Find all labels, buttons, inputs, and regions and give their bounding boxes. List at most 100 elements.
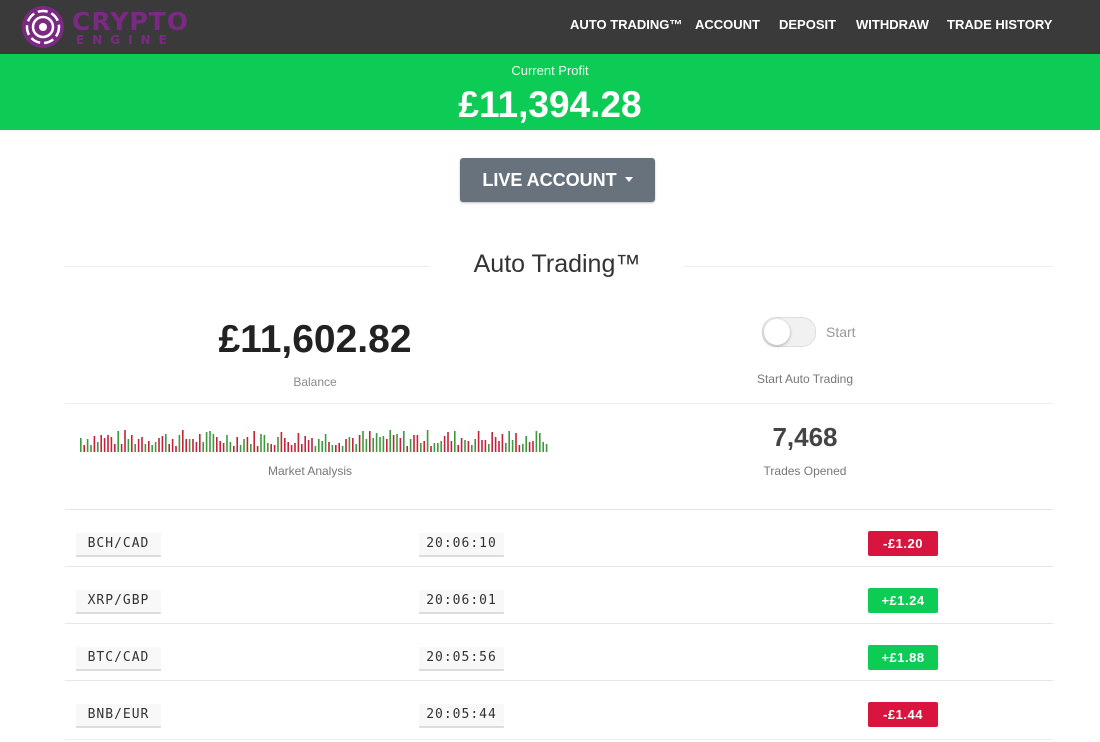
start-auto-trading-label: Start Auto Trading	[756, 372, 854, 386]
market-bar	[137, 439, 140, 452]
market-bar	[253, 431, 255, 452]
market-bar	[328, 442, 330, 452]
market-bar	[250, 444, 252, 452]
market-bar	[542, 442, 544, 452]
market-bar	[199, 434, 201, 452]
market-bar	[131, 435, 133, 452]
market-bar	[256, 446, 259, 452]
market-bar	[433, 443, 436, 452]
market-bar	[545, 444, 548, 452]
market-bar	[535, 431, 538, 452]
market-bar	[369, 431, 371, 452]
market-bar	[321, 441, 323, 452]
market-bar	[202, 442, 204, 452]
market-bar	[277, 437, 279, 452]
market-bar	[477, 431, 480, 452]
market-bar	[117, 431, 119, 452]
top-navigation-bar: CRYPTO ENGINE AUTO TRADING™ ACCOUNT DEPO…	[0, 0, 1100, 54]
market-bar	[335, 445, 337, 452]
market-bar	[222, 443, 225, 452]
trade-amount: -£1.20	[868, 531, 938, 556]
market-bar	[345, 439, 347, 452]
market-bar	[175, 446, 177, 452]
market-bar	[284, 438, 286, 452]
market-bar	[168, 444, 170, 452]
market-bar	[141, 437, 143, 452]
market-bar	[430, 446, 432, 452]
market-bar	[124, 430, 126, 452]
caret-down-icon	[624, 176, 633, 182]
market-bar	[352, 438, 354, 452]
nav-auto-trading[interactable]: AUTO TRADING™	[570, 17, 682, 32]
market-bar	[267, 443, 269, 452]
market-bar	[389, 430, 391, 452]
market-bar	[134, 444, 136, 452]
nav-deposit[interactable]: DEPOSIT	[779, 17, 836, 32]
market-bar	[209, 431, 211, 452]
toggle-knob	[764, 319, 790, 345]
market-bar	[297, 433, 300, 452]
market-bar	[539, 433, 541, 452]
market-bar	[100, 435, 102, 452]
market-bar	[226, 435, 228, 452]
market-bar	[413, 435, 415, 452]
market-bar	[80, 438, 82, 452]
market-bar	[426, 430, 429, 452]
market-bar	[420, 443, 422, 452]
market-bar	[171, 439, 174, 452]
balance-value: £11,602.82	[218, 318, 412, 361]
market-bar	[331, 445, 334, 452]
trade-amount: -£1.44	[868, 702, 938, 727]
market-bar	[178, 435, 181, 452]
market-analysis-bars	[80, 430, 548, 452]
market-analysis-label: Market Analysis	[267, 464, 353, 478]
market-bar	[416, 435, 419, 452]
market-bar	[518, 445, 521, 452]
nav-trade-history[interactable]: TRADE HISTORY	[947, 17, 1052, 32]
market-bar	[314, 446, 317, 452]
market-bar	[382, 436, 385, 452]
market-bar	[464, 440, 466, 452]
market-bar	[525, 436, 527, 452]
market-bar	[515, 433, 517, 452]
market-bar	[205, 432, 208, 452]
market-bar	[304, 436, 306, 452]
trade-pair: BTC/CAD	[76, 647, 161, 671]
market-bar	[90, 445, 92, 452]
market-bar	[83, 445, 85, 452]
current-profit-label: Current Profit	[511, 63, 589, 78]
market-bar	[457, 445, 459, 452]
market-bar	[491, 432, 493, 452]
market-bar	[484, 440, 487, 452]
market-bar	[505, 443, 507, 452]
crypto-engine-logo[interactable]: CRYPTO ENGINE	[20, 4, 190, 50]
trade-row: XRP/GBP 20:06:01 +£1.24	[65, 566, 1053, 624]
market-bar	[86, 439, 89, 452]
market-bar	[229, 442, 232, 452]
trade-row: BCH/CAD 20:06:10 -£1.20	[65, 509, 1053, 567]
market-bar	[341, 446, 344, 452]
current-profit-value: £11,394.28	[458, 84, 642, 125]
market-bar	[93, 436, 96, 452]
balance-label: Balance	[293, 375, 337, 389]
market-bar	[151, 445, 153, 452]
live-account-dropdown[interactable]: LIVE ACCOUNT	[460, 158, 655, 202]
market-bar	[409, 439, 412, 452]
market-bar	[103, 438, 106, 452]
market-bar	[324, 434, 327, 452]
trade-time: 20:06:01	[419, 590, 504, 614]
market-bar	[158, 438, 160, 452]
market-bar	[260, 434, 262, 452]
trade-pair: BCH/CAD	[76, 533, 161, 557]
logo-emblem-icon	[22, 6, 64, 48]
trades-opened-label: Trades Opened	[763, 464, 847, 478]
trade-amount: +£1.88	[868, 645, 938, 670]
logo-text-engine: ENGINE	[76, 33, 175, 47]
auto-trading-toggle[interactable]	[762, 317, 816, 347]
nav-withdraw[interactable]: WITHDRAW	[856, 17, 929, 32]
nav-account[interactable]: ACCOUNT	[695, 17, 760, 32]
market-bar	[144, 444, 147, 452]
market-bar	[532, 441, 534, 452]
market-bar	[110, 437, 113, 452]
market-bar	[127, 439, 130, 452]
